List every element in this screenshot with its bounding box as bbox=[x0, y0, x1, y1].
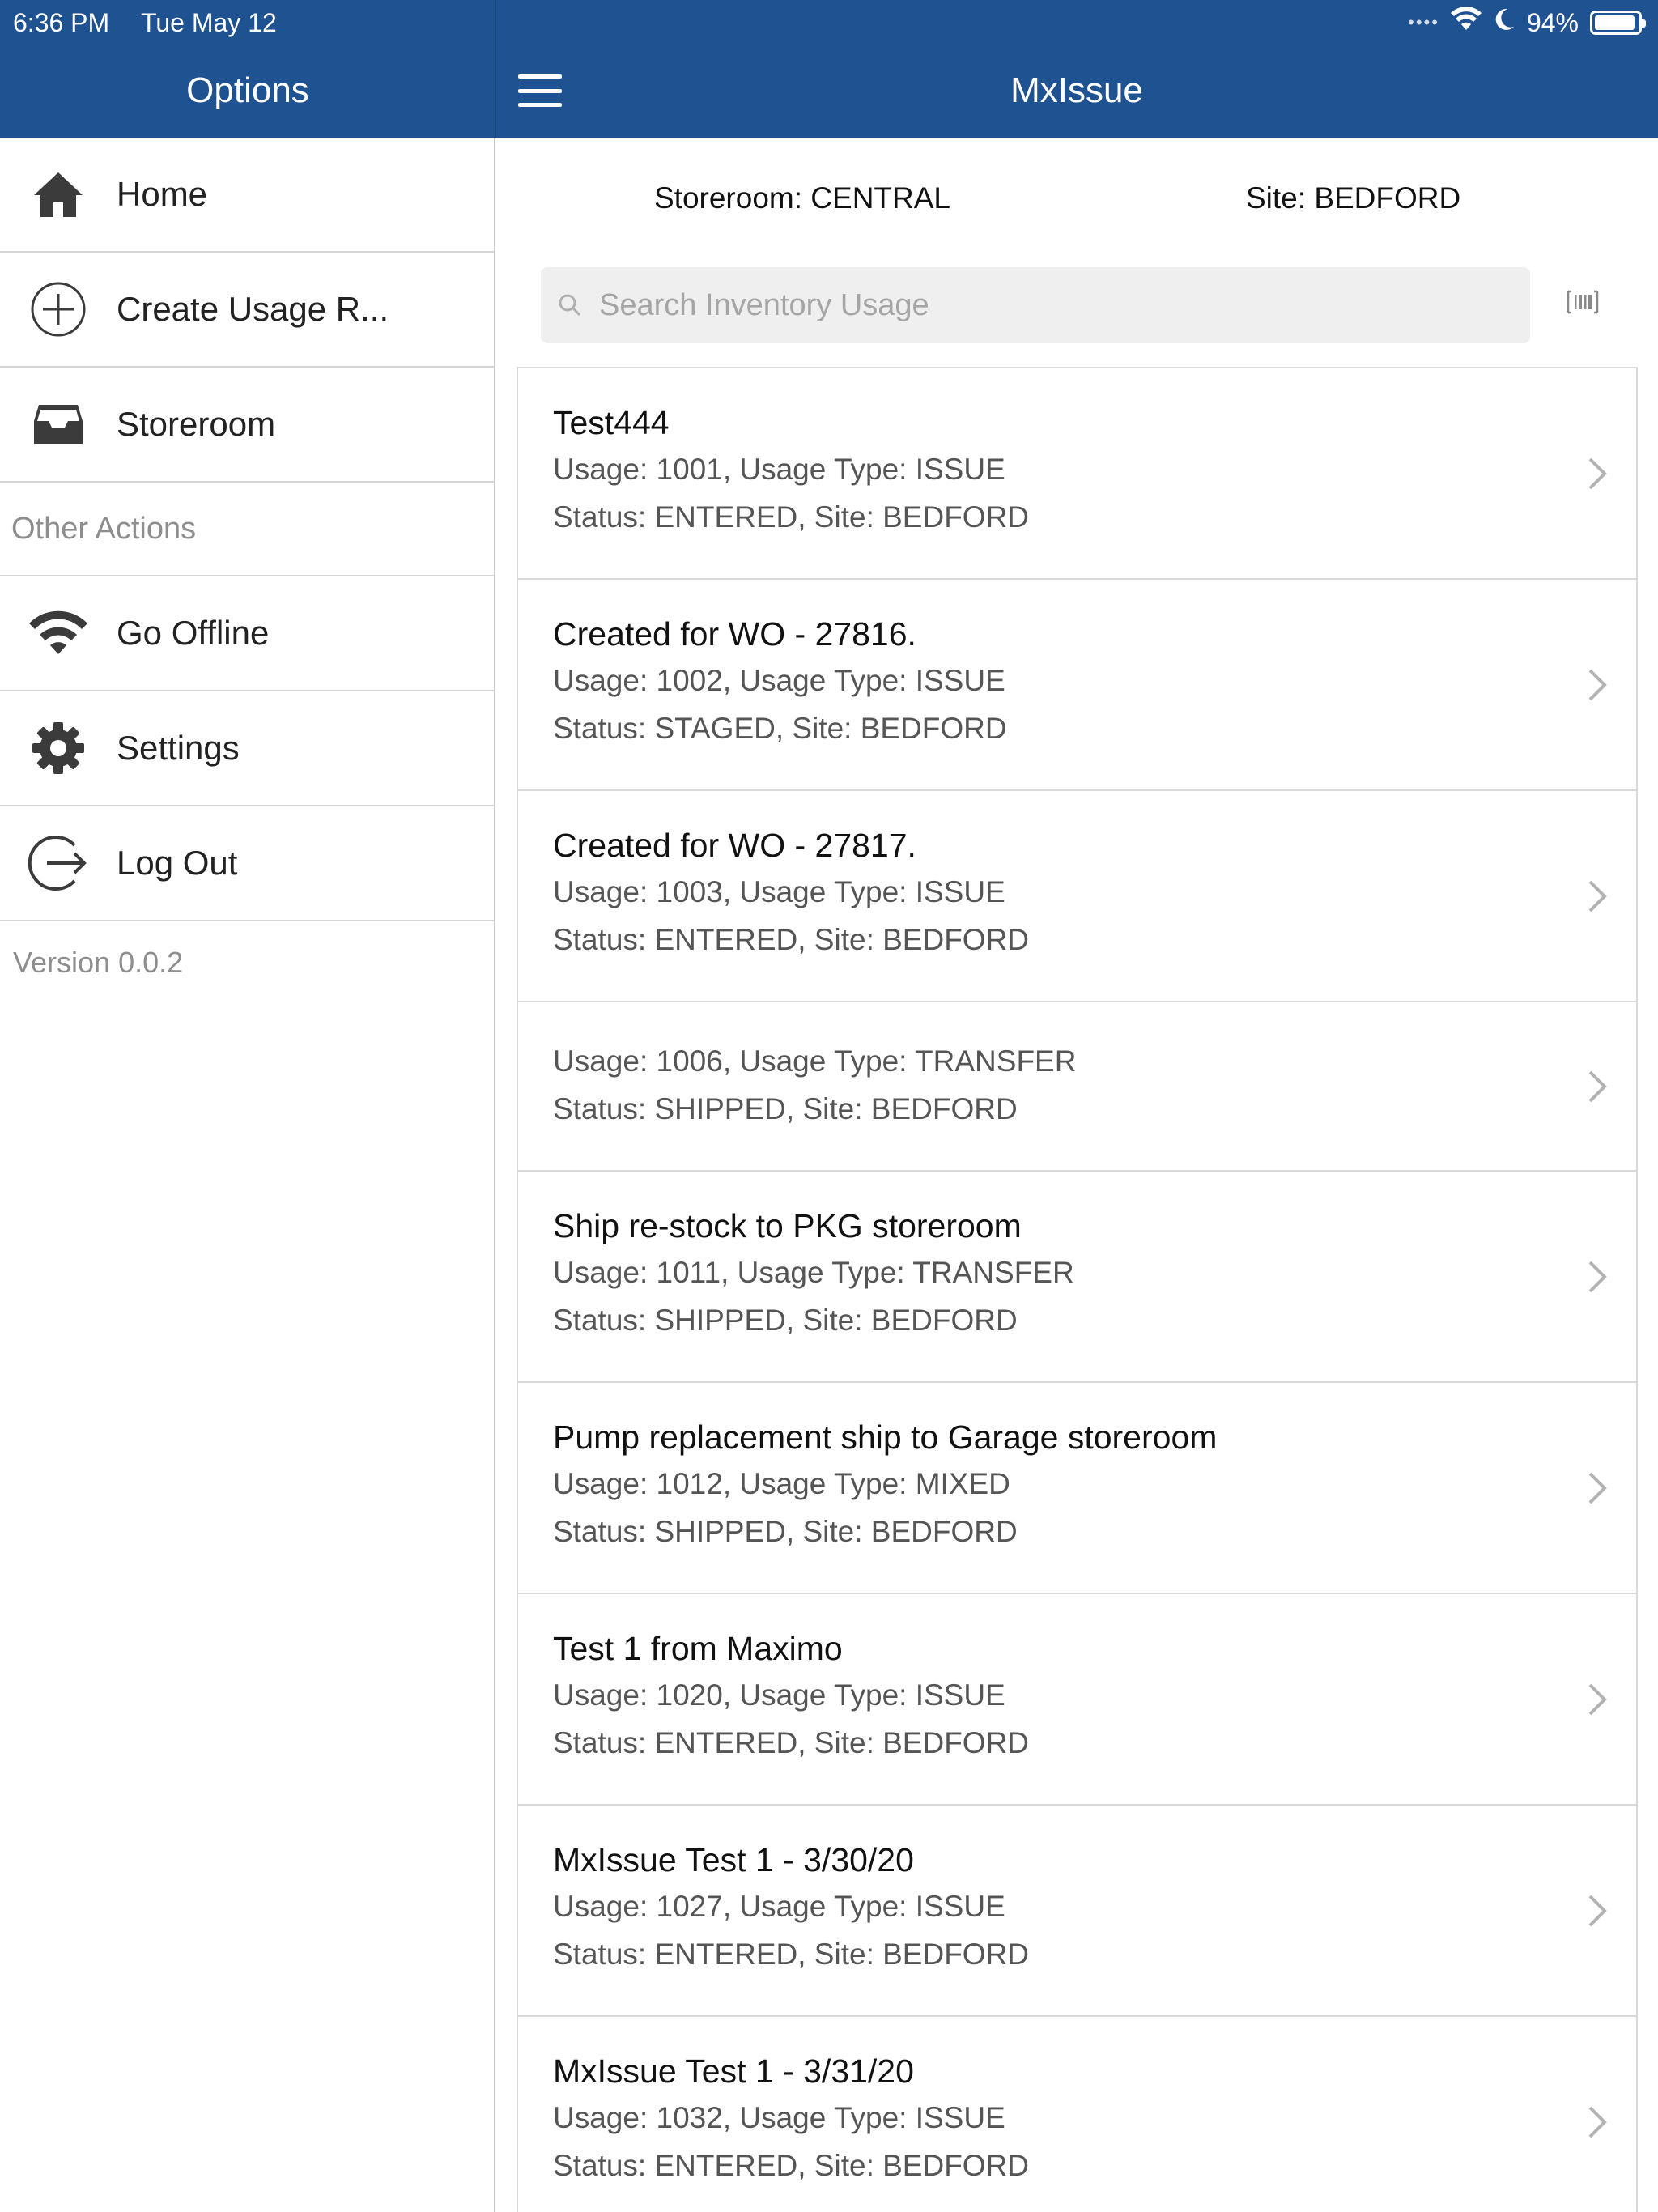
list-item[interactable]: Created for WO - 27817. Usage: 1003, Usa… bbox=[518, 791, 1636, 1002]
chevron-right-icon bbox=[1588, 2106, 1607, 2138]
item-status: Status: ENTERED, Site: BEDFORD bbox=[553, 500, 1030, 534]
moon-icon bbox=[1493, 7, 1516, 38]
item-status: Status: STAGED, Site: BEDFORD bbox=[553, 712, 1007, 745]
status-time: 6:36 PM bbox=[13, 8, 110, 37]
item-usage: Usage: 1012, Usage Type: MIXED bbox=[553, 1467, 1010, 1500]
item-title: Created for WO - 27816. bbox=[553, 615, 916, 653]
list-item[interactable]: Ship re-stock to PKG storeroom Usage: 10… bbox=[518, 1172, 1636, 1383]
sidebar-item-label: Go Offline bbox=[117, 614, 270, 652]
list-item[interactable]: Test444 Usage: 1001, Usage Type: ISSUE S… bbox=[518, 368, 1636, 580]
list-item[interactable]: Test 1 from Maximo Usage: 1020, Usage Ty… bbox=[518, 1594, 1636, 1806]
signal-dots-icon: •••• bbox=[1408, 12, 1439, 32]
sidebar-item-label: Log Out bbox=[117, 844, 238, 882]
sidebar-item-go-offline[interactable]: Go Offline bbox=[0, 576, 494, 691]
item-status: Status: ENTERED, Site: BEDFORD bbox=[553, 923, 1030, 956]
list-item[interactable]: Pump replacement ship to Garage storeroo… bbox=[518, 1383, 1636, 1594]
item-usage: Usage: 1027, Usage Type: ISSUE bbox=[553, 1890, 1005, 1923]
search-input[interactable] bbox=[599, 287, 1490, 323]
list-item[interactable]: MxIssue Test 1 - 3/31/20 Usage: 1032, Us… bbox=[518, 2017, 1636, 2212]
battery-level bbox=[1595, 15, 1635, 30]
item-status: Status: SHIPPED, Site: BEDFORD bbox=[553, 1515, 1018, 1548]
sidebar: Home Create Usage R... Storeroom Other A… bbox=[0, 138, 495, 2212]
list-item[interactable]: MxIssue Test 1 - 3/30/20 Usage: 1027, Us… bbox=[518, 1806, 1636, 2017]
chevron-right-icon bbox=[1588, 880, 1607, 912]
top-bar: 6:36 PM Tue May 12 •••• 94% Options MxIs… bbox=[0, 0, 1658, 138]
chevron-right-icon bbox=[1588, 1261, 1607, 1292]
chevron-right-icon bbox=[1588, 1683, 1607, 1715]
sidebar-item-storeroom[interactable]: Storeroom bbox=[0, 368, 494, 483]
item-status: Status: ENTERED, Site: BEDFORD bbox=[553, 1938, 1030, 1971]
item-title: MxIssue Test 1 - 3/31/20 bbox=[553, 2052, 914, 2090]
sidebar-item-label: Settings bbox=[117, 729, 240, 767]
chevron-right-icon bbox=[1588, 457, 1607, 489]
item-usage: Usage: 1002, Usage Type: ISSUE bbox=[553, 664, 1005, 697]
item-title: Test 1 from Maximo bbox=[553, 1630, 843, 1667]
chevron-right-icon bbox=[1588, 1070, 1607, 1102]
wifi-icon bbox=[0, 610, 117, 656]
inventory-usage-list: Test444 Usage: 1001, Usage Type: ISSUE S… bbox=[517, 367, 1638, 2212]
list-item[interactable]: Usage: 1006, Usage Type: TRANSFER Status… bbox=[518, 1002, 1636, 1172]
status-date: Tue May 12 bbox=[141, 8, 277, 37]
item-status: Status: SHIPPED, Site: BEDFORD bbox=[553, 1304, 1018, 1337]
item-usage: Usage: 1020, Usage Type: ISSUE bbox=[553, 1678, 1005, 1712]
item-usage: Usage: 1006, Usage Type: TRANSFER bbox=[553, 1044, 1077, 1078]
battery-icon bbox=[1590, 11, 1646, 35]
sidebar-item-label: Home bbox=[117, 175, 208, 213]
sidebar-title: Options bbox=[186, 70, 309, 110]
sidebar-item-create-usage[interactable]: Create Usage R... bbox=[0, 253, 494, 368]
search-icon bbox=[541, 293, 599, 317]
item-title: Test444 bbox=[553, 404, 670, 441]
site-label: Site: BEDFORD bbox=[1246, 181, 1461, 215]
sidebar-item-label: Storeroom bbox=[117, 405, 276, 443]
logout-icon bbox=[0, 832, 117, 894]
item-usage: Usage: 1003, Usage Type: ISSUE bbox=[553, 875, 1005, 908]
status-bar: 6:36 PM Tue May 12 •••• 94% bbox=[0, 0, 1658, 45]
battery-percent: 94% bbox=[1526, 7, 1579, 37]
item-usage: Usage: 1011, Usage Type: TRANSFER bbox=[553, 1256, 1074, 1289]
item-usage: Usage: 1001, Usage Type: ISSUE bbox=[553, 453, 1005, 486]
storeroom-label: Storeroom: CENTRAL bbox=[654, 181, 950, 215]
sidebar-item-log-out[interactable]: Log Out bbox=[0, 806, 494, 921]
item-title: Pump replacement ship to Garage storeroo… bbox=[553, 1419, 1218, 1456]
item-status: Status: ENTERED, Site: BEDFORD bbox=[553, 2149, 1030, 2182]
chevron-right-icon bbox=[1588, 1472, 1607, 1504]
item-usage: Usage: 1032, Usage Type: ISSUE bbox=[553, 2101, 1005, 2134]
item-title: Ship re-stock to PKG storeroom bbox=[553, 1207, 1022, 1244]
item-title: Created for WO - 27817. bbox=[553, 827, 916, 864]
list-item[interactable]: Created for WO - 27816. Usage: 1002, Usa… bbox=[518, 580, 1636, 791]
item-title: MxIssue Test 1 - 3/30/20 bbox=[553, 1841, 914, 1878]
home-icon bbox=[0, 168, 117, 220]
plus-circle-icon bbox=[0, 281, 117, 338]
status-indicators: •••• 94% bbox=[1408, 6, 1646, 39]
context-info: Storeroom: CENTRAL Site: BEDFORD bbox=[496, 181, 1658, 227]
wifi-status-icon bbox=[1450, 6, 1482, 38]
gear-icon bbox=[0, 721, 117, 775]
barcode-scan-icon[interactable] bbox=[1567, 290, 1599, 314]
item-status: Status: ENTERED, Site: BEDFORD bbox=[553, 1726, 1030, 1759]
item-status: Status: SHIPPED, Site: BEDFORD bbox=[553, 1092, 1018, 1125]
chevron-right-icon bbox=[1588, 1895, 1607, 1926]
section-header-other-actions: Other Actions bbox=[0, 483, 494, 576]
version-label: Version 0.0.2 bbox=[13, 946, 184, 979]
inbox-icon bbox=[0, 403, 117, 445]
main-content: Storeroom: CENTRAL Site: BEDFORD Test444… bbox=[496, 138, 1658, 2212]
sidebar-item-home[interactable]: Home bbox=[0, 138, 494, 253]
chevron-right-icon bbox=[1588, 669, 1607, 700]
page-title: MxIssue bbox=[1010, 70, 1143, 110]
search-bar[interactable] bbox=[541, 267, 1530, 343]
sidebar-item-label: Create Usage R... bbox=[117, 290, 389, 328]
sidebar-item-settings[interactable]: Settings bbox=[0, 691, 494, 806]
